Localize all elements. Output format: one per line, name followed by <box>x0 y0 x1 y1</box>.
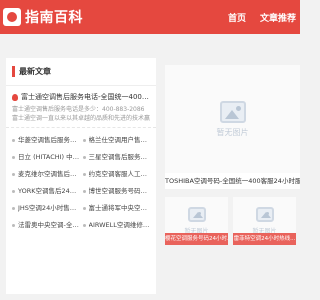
bullet-icon <box>82 139 86 142</box>
image-placeholder: 暂无图片 <box>165 65 300 173</box>
list-item[interactable]: YORK空调售后24小时热... <box>12 183 80 200</box>
image-icon <box>187 207 206 222</box>
article-list: 华菱空调售后服务指南及... 格兰仕空调用户售后服务中... 日立 (HITAC… <box>6 128 156 238</box>
hot-icon <box>12 93 18 101</box>
bullet-icon <box>82 224 86 227</box>
list-item[interactable]: 华菱空调售后服务指南及... <box>12 132 80 149</box>
bullet-icon <box>12 156 15 159</box>
featured-article-title[interactable]: 富士通空调售后服务电话-全国统一400客服24小时服务热线实时... <box>12 92 150 102</box>
list-item[interactable]: JHS空调24小时售后全国... <box>12 200 80 217</box>
list-item[interactable]: 富士通将军中央空调服务... <box>82 200 150 217</box>
featured-article-desc: 富士通空调售后服务电话是多少：400-883-2086富士通空调一直以来以其卓越… <box>12 106 150 122</box>
image-icon <box>255 207 274 222</box>
panel-title: 最新文章 <box>19 67 51 76</box>
list-item[interactable]: AIRWELL空调维修热线24... <box>82 217 150 234</box>
logo-icon <box>3 8 21 26</box>
list-item[interactable]: 日立 (HITACHI) 中央空... <box>12 149 80 166</box>
featured-title-text: 富士通空调售后服务电话-全国统一400客服24小时服务热线实时... <box>21 93 150 101</box>
image-icon <box>219 100 246 123</box>
bullet-icon <box>12 173 15 176</box>
logo-text: 指南百科 <box>25 10 83 26</box>
featured-card-caption[interactable]: TOSHIBA空调号码-全国统一400客服24小时服... <box>165 173 300 189</box>
no-image-text: 暂无图片 <box>216 127 249 137</box>
list-item[interactable]: 约克空调客服人工号码(... <box>82 166 150 183</box>
thumb-card-caption[interactable]: 雷菲特空调24小时热线... <box>233 233 296 245</box>
thumb-card[interactable]: 暂无图片 雷菲特空调24小时热线... <box>233 197 296 245</box>
list-item[interactable]: 麦克维尔空调售后服务：专... <box>12 166 80 183</box>
latest-articles-panel: 最新文章 富士通空调售后服务电话-全国统一400客服24小时服务热线实时... … <box>6 58 156 294</box>
site-logo[interactable]: 指南百科 <box>3 5 83 29</box>
thumb-card-caption[interactable]: 樱花空调服务号码24小时... <box>165 233 228 245</box>
bullet-icon <box>82 190 86 193</box>
bullet-icon <box>82 207 86 210</box>
nav-home[interactable]: 首页 <box>228 11 246 24</box>
main-nav: 首页 文章推荐 <box>214 0 296 34</box>
list-item[interactable]: 格兰仕空调用户售后服务中... <box>82 132 150 149</box>
site-header: 指南百科 首页 文章推荐 <box>0 0 300 34</box>
bullet-icon <box>12 207 15 210</box>
list-item[interactable]: 博世空调服务号码24小时... <box>82 183 150 200</box>
featured-image-card[interactable]: 暂无图片 TOSHIBA空调号码-全国统一400客服24小时服... <box>165 65 300 189</box>
bullet-icon <box>12 224 15 227</box>
panel-header: 最新文章 <box>6 58 156 86</box>
nav-articles[interactable]: 文章推荐 <box>260 11 296 24</box>
bullet-icon <box>12 139 15 142</box>
title-accent-bar <box>12 66 15 77</box>
list-item[interactable]: 法雷奥中央空调-全国售... <box>12 217 80 234</box>
thumb-card[interactable]: 暂无图片 樱花空调服务号码24小时... <box>165 197 228 245</box>
bullet-icon <box>82 156 86 159</box>
bullet-icon <box>12 190 15 193</box>
bullet-icon <box>82 173 86 176</box>
list-item[interactable]: 三星空调售后服务号码-人... <box>82 149 150 166</box>
featured-article[interactable]: 富士通空调售后服务电话-全国统一400客服24小时服务热线实时... 富士通空调… <box>6 86 156 128</box>
